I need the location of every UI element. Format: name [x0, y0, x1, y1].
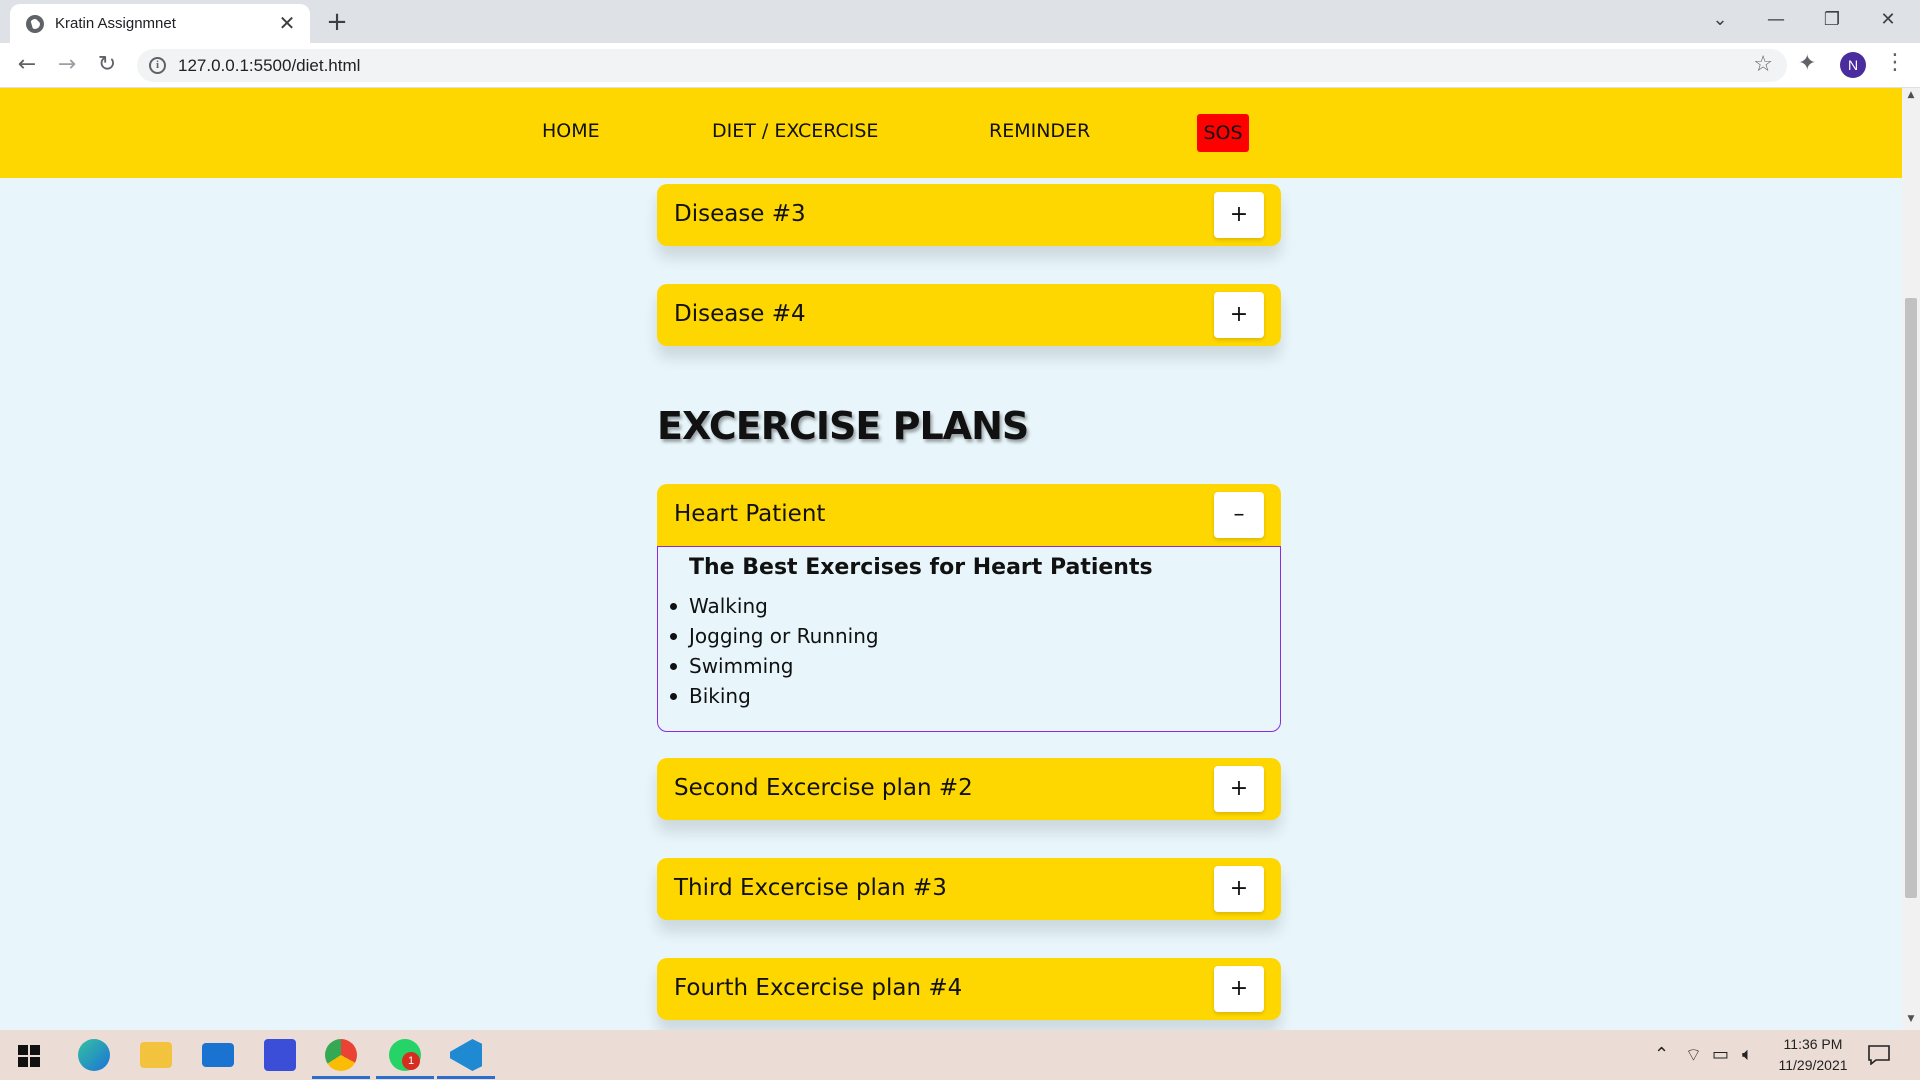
clock-time: 11:36 PM: [1783, 1036, 1843, 1052]
accordion-label: Second Excercise plan #2: [674, 775, 973, 801]
panel-heading: The Best Exercises for Heart Patients: [689, 555, 1153, 580]
info-icon[interactable]: i: [149, 57, 166, 74]
list-item: Jogging or Running: [670, 621, 879, 651]
expand-button[interactable]: +: [1214, 966, 1264, 1012]
bookmark-star-icon[interactable]: ☆: [1753, 52, 1773, 77]
notification-center-icon[interactable]: [1868, 1045, 1890, 1065]
tab-search-icon[interactable]: ⌄: [1692, 2, 1748, 38]
nav-reminder-link[interactable]: REMINDER: [989, 120, 1090, 142]
system-clock[interactable]: 11:36 PM 11/29/2021: [1768, 1034, 1858, 1076]
back-button[interactable]: ←: [12, 50, 42, 80]
accordion-plan-3[interactable]: Third Excercise plan #3 +: [657, 858, 1281, 920]
active-indicator: [437, 1076, 495, 1079]
restore-button[interactable]: ❐: [1804, 2, 1860, 38]
browser-menu-icon[interactable]: ⋮: [1884, 50, 1906, 75]
new-tab-button[interactable]: +: [322, 8, 352, 36]
expand-button[interactable]: +: [1214, 192, 1264, 238]
window-close-button[interactable]: ✕: [1860, 2, 1916, 38]
sos-button[interactable]: SOS: [1197, 114, 1249, 152]
globe-icon: [26, 15, 44, 33]
accordion-label: Disease #4: [674, 301, 806, 327]
expand-button[interactable]: +: [1214, 292, 1264, 338]
volume-icon[interactable]: 🔈︎: [1742, 1044, 1753, 1065]
profile-avatar[interactable]: N: [1840, 52, 1866, 78]
tab-title: Kratin Assignmnet: [55, 15, 176, 32]
scrollbar-thumb[interactable]: [1905, 298, 1917, 898]
list-item: Biking: [670, 681, 879, 711]
wifi-icon[interactable]: ⌔: [1685, 1044, 1702, 1067]
chrome-icon[interactable]: [325, 1039, 357, 1071]
browser-tab[interactable]: Kratin Assignmnet ✕: [10, 4, 310, 43]
reload-button[interactable]: ↻: [92, 50, 122, 80]
mail-icon[interactable]: [202, 1043, 234, 1067]
accordion-heart-patient[interactable]: Heart Patient –: [657, 484, 1281, 546]
site-navbar: HOME DIET / EXCERCISE REMINDER SOS: [0, 88, 1902, 178]
clock-date: 11/29/2021: [1778, 1057, 1848, 1073]
minimize-button[interactable]: —: [1748, 2, 1804, 38]
edge-browser-icon[interactable]: [78, 1039, 110, 1071]
address-bar[interactable]: i 127.0.0.1:5500/diet.html ☆: [137, 49, 1787, 82]
accordion-disease-4[interactable]: Disease #4 +: [657, 284, 1281, 346]
browser-toolbar: ← → ↻ i 127.0.0.1:5500/diet.html ☆: [0, 43, 1920, 88]
accordion-disease-3[interactable]: Disease #3 +: [657, 184, 1281, 246]
accordion-plan-2[interactable]: Second Excercise plan #2 +: [657, 758, 1281, 820]
expand-button[interactable]: +: [1214, 866, 1264, 912]
active-indicator: [376, 1076, 434, 1079]
battery-icon[interactable]: ▭: [1712, 1044, 1729, 1065]
exercise-list: Walking Jogging or Running Swimming Biki…: [670, 591, 879, 711]
vscode-icon[interactable]: [450, 1039, 482, 1071]
page-scrollbar[interactable]: ▲ ▼: [1902, 88, 1920, 1030]
tray-chevron-icon[interactable]: ⌃: [1654, 1044, 1669, 1065]
accordion-label: Disease #3: [674, 201, 806, 227]
extensions-icon[interactable]: ✦: [1798, 51, 1816, 76]
collapse-button[interactable]: –: [1214, 492, 1264, 538]
scroll-down-arrow-icon[interactable]: ▼: [1902, 1014, 1920, 1028]
page-viewport: HOME DIET / EXCERCISE REMINDER SOS Disea…: [0, 88, 1902, 1030]
list-item: Walking: [670, 591, 879, 621]
tab-close-icon[interactable]: ✕: [276, 12, 298, 34]
scroll-up-arrow-icon[interactable]: ▲: [1902, 90, 1920, 104]
app-icon[interactable]: [264, 1039, 296, 1071]
accordion-label: Third Excercise plan #3: [674, 875, 947, 901]
list-item: Swimming: [670, 651, 879, 681]
accordion-panel: The Best Exercises for Heart Patients Wa…: [657, 546, 1281, 732]
accordion-label: Fourth Excercise plan #4: [674, 975, 963, 1001]
windows-taskbar: 1 ⌃ ⌔ ▭ 🔈︎ 11:36 PM 11/29/2021: [0, 1030, 1920, 1080]
url-text[interactable]: 127.0.0.1:5500/diet.html: [178, 56, 360, 76]
windows-start-icon[interactable]: [18, 1045, 40, 1067]
active-indicator: [312, 1076, 370, 1079]
nav-home-link[interactable]: HOME: [542, 120, 600, 142]
forward-button[interactable]: →: [52, 50, 82, 80]
accordion-plan-4[interactable]: Fourth Excercise plan #4 +: [657, 958, 1281, 1020]
accordion-label: Heart Patient: [674, 501, 826, 527]
exercise-plans-heading: EXCERCISE PLANS: [657, 404, 1029, 448]
nav-diet-link[interactable]: DIET / EXCERCISE: [712, 120, 878, 142]
file-explorer-icon[interactable]: [140, 1042, 172, 1068]
browser-tabbar: Kratin Assignmnet ✕ + ⌄ — ❐ ✕: [0, 0, 1920, 43]
expand-button[interactable]: +: [1214, 766, 1264, 812]
notification-badge: 1: [402, 1052, 420, 1070]
